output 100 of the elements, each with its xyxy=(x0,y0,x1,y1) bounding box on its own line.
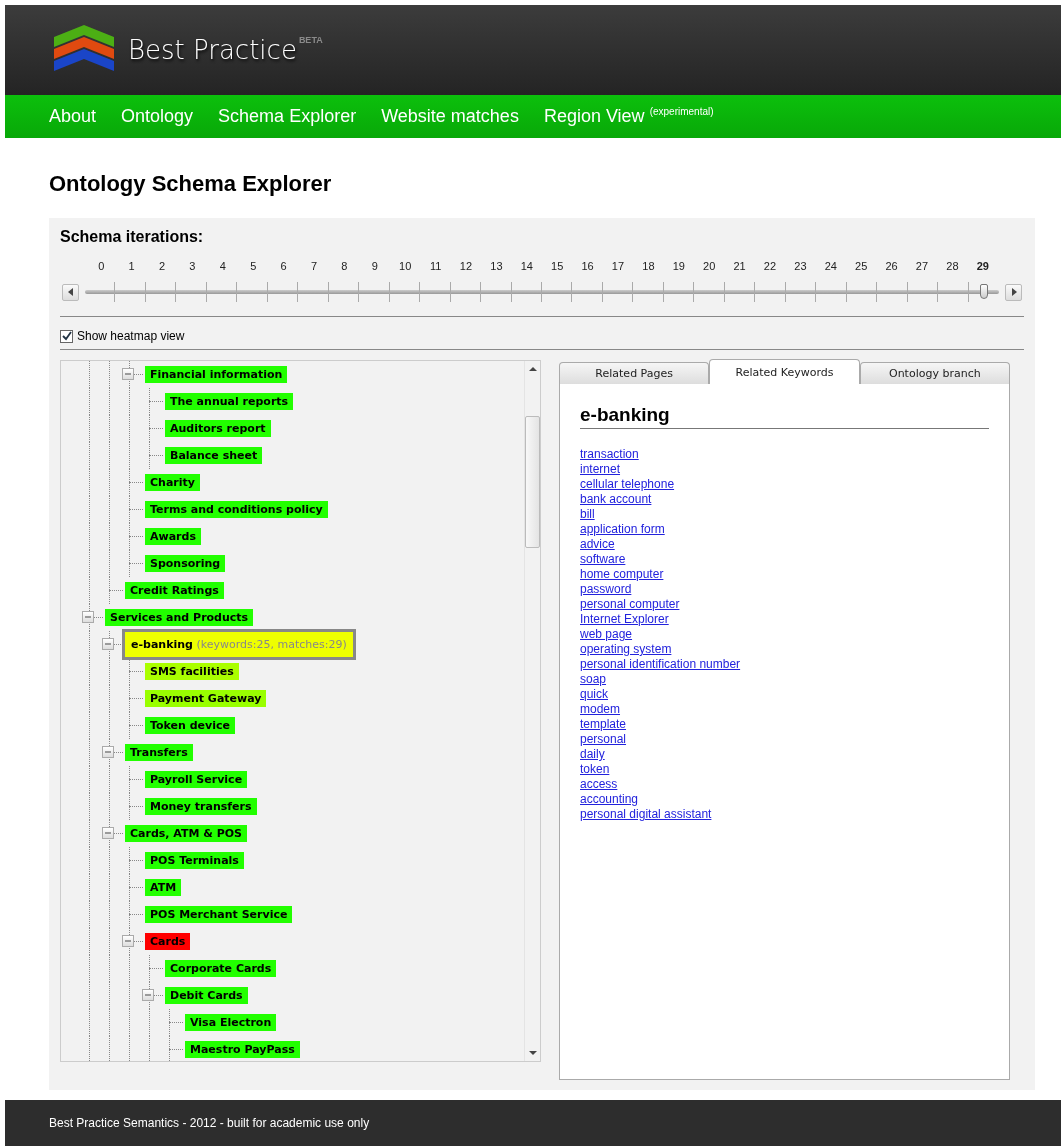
keyword-link[interactable]: application form xyxy=(580,522,665,537)
tree-node[interactable]: Credit Ratings xyxy=(125,582,224,599)
tree-node[interactable]: Financial information xyxy=(145,366,288,383)
scrollbar-thumb[interactable] xyxy=(525,416,540,548)
keyword-link[interactable]: personal digital assistant xyxy=(580,807,712,822)
tick-label: 23 xyxy=(793,260,808,272)
tree-node[interactable]: Payroll Service xyxy=(145,771,248,788)
keywords-heading: e-banking xyxy=(580,404,989,429)
tick-label: 20 xyxy=(702,260,717,272)
tick-label: 5 xyxy=(249,260,258,272)
minus-icon xyxy=(124,937,132,945)
keyword-link[interactable]: personal xyxy=(580,732,627,747)
keyword-link[interactable]: personal identification number xyxy=(580,657,741,672)
keyword-link[interactable]: soap xyxy=(580,672,607,687)
keyword-link[interactable]: token xyxy=(580,762,610,777)
tree-node[interactable]: Corporate Cards xyxy=(165,960,277,977)
tree-node[interactable]: e-banking (keywords:25, matches:29) xyxy=(125,632,353,657)
keyword-link[interactable]: internet xyxy=(580,462,621,477)
minus-icon xyxy=(124,370,132,378)
keyword-link[interactable]: operating system xyxy=(580,642,672,657)
tab[interactable]: Related Pages xyxy=(559,362,710,384)
collapse-toggle[interactable] xyxy=(102,746,114,758)
slider-thumb[interactable] xyxy=(979,284,988,299)
keyword-link[interactable]: Internet Explorer xyxy=(580,612,669,627)
collapse-toggle[interactable] xyxy=(142,989,154,1001)
checkmark-icon xyxy=(61,331,72,341)
down-triangle-icon[interactable] xyxy=(528,1050,537,1056)
tree-node[interactable]: Debit Cards xyxy=(165,987,248,1004)
tree-node[interactable]: Payment Gateway xyxy=(145,690,267,707)
tick-label: 17 xyxy=(610,260,626,272)
tick-label: 4 xyxy=(218,260,227,272)
tree-node[interactable]: Auditors report xyxy=(165,420,271,437)
keyword-link[interactable]: advice xyxy=(580,537,615,552)
tree-node[interactable]: Money transfers xyxy=(145,798,257,815)
keyword-link[interactable]: daily xyxy=(580,747,605,762)
slider-track[interactable] xyxy=(85,282,999,302)
tree-node[interactable]: Balance sheet xyxy=(165,447,263,464)
iterations-title: Schema iterations: xyxy=(60,228,205,246)
minus-icon xyxy=(144,991,152,999)
keyword-link[interactable]: personal computer xyxy=(580,597,680,612)
tree-node[interactable]: Services and Products xyxy=(105,609,254,626)
minus-icon xyxy=(104,829,112,837)
tick-label: 22 xyxy=(762,260,778,272)
minus-icon xyxy=(104,640,112,648)
keyword-link[interactable]: web page xyxy=(580,627,633,642)
tree-node[interactable]: The annual reports xyxy=(165,393,294,410)
slider-right-button[interactable] xyxy=(1005,283,1022,301)
minus-icon xyxy=(104,748,112,756)
tree-node[interactable]: POS Terminals xyxy=(145,852,244,869)
beta-label: BETA xyxy=(298,35,323,45)
keyword-link[interactable]: home computer xyxy=(580,567,664,582)
tick-label: 19 xyxy=(671,260,686,272)
tree-node[interactable]: Charity xyxy=(145,474,200,491)
tree-node[interactable]: POS Merchant Service xyxy=(145,906,293,923)
keyword-link[interactable]: quick xyxy=(580,687,608,702)
tick-label: 1 xyxy=(127,260,136,272)
tree-node[interactable]: Terms and conditions policy xyxy=(145,501,328,518)
keyword-link[interactable]: software xyxy=(580,552,626,567)
collapse-toggle[interactable] xyxy=(102,827,114,839)
tick-label: 6 xyxy=(279,260,288,272)
tree-node[interactable]: Visa Electron xyxy=(185,1014,277,1031)
keyword-link[interactable]: bill xyxy=(580,507,595,522)
vertical-scrollbar[interactable] xyxy=(524,361,540,1061)
up-triangle-icon[interactable] xyxy=(528,366,537,372)
collapse-toggle[interactable] xyxy=(122,368,134,380)
tree-node[interactable]: Sponsoring xyxy=(145,555,226,572)
tick-label: 28 xyxy=(945,260,960,272)
tab[interactable]: Ontology branch xyxy=(859,362,1010,384)
tick-label: 27 xyxy=(914,260,930,272)
heatmap-checkbox[interactable] xyxy=(60,329,73,343)
keyword-link[interactable]: accounting xyxy=(580,792,639,807)
tree-node[interactable]: Cards xyxy=(145,933,191,950)
keyword-link[interactable]: bank account xyxy=(580,492,652,507)
tree-node[interactable]: Token device xyxy=(145,717,235,734)
collapse-toggle[interactable] xyxy=(82,611,94,623)
tree-node[interactable]: ATM xyxy=(145,879,182,896)
tick-label: 16 xyxy=(580,260,595,272)
keyword-link[interactable]: cellular telephone xyxy=(580,477,675,492)
keyword-link[interactable]: template xyxy=(580,717,627,732)
tick-label: 24 xyxy=(823,260,838,272)
tick-label: 10 xyxy=(398,260,413,272)
site-title: Best Practice xyxy=(128,35,297,65)
collapse-toggle[interactable] xyxy=(102,638,114,650)
slider-left-button[interactable] xyxy=(62,283,79,301)
collapse-toggle[interactable] xyxy=(122,935,134,947)
keyword-link[interactable]: password xyxy=(580,582,632,597)
tree-node[interactable]: SMS facilities xyxy=(145,663,239,680)
tick-label: 25 xyxy=(854,260,869,272)
tree-node[interactable]: Transfers xyxy=(125,744,193,761)
tick-label: 21 xyxy=(732,260,747,272)
tree-node[interactable]: Awards xyxy=(145,528,201,545)
keyword-link[interactable]: access xyxy=(580,777,618,792)
keyword-link[interactable]: transaction xyxy=(580,447,639,462)
keyword-link[interactable]: modem xyxy=(580,702,620,717)
tick-label: 18 xyxy=(641,260,656,272)
tab[interactable]: Related Keywords xyxy=(709,359,860,384)
tree-node[interactable]: Maestro PayPass xyxy=(185,1041,300,1058)
tree-node[interactable]: Cards, ATM & POS xyxy=(125,825,248,842)
tick-label: 2 xyxy=(157,260,167,272)
page-title: Ontology Schema Explorer xyxy=(49,171,333,197)
